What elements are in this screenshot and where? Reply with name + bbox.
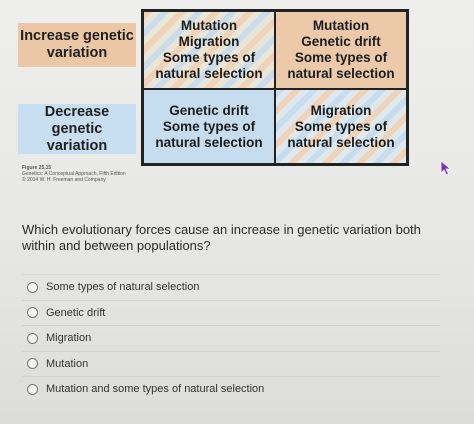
cell-text: Mutation — [180, 18, 238, 33]
cell-text: Some types of — [294, 50, 388, 65]
cell-text: Some types of — [162, 118, 256, 134]
cell-text: Mutation — [312, 18, 370, 33]
cell-text: natural selection — [287, 66, 395, 81]
option-mutation-and-natural-selection[interactable]: Mutation and some types of natural selec… — [22, 376, 440, 402]
cell-text: natural selection — [155, 134, 263, 150]
radio-button[interactable] — [27, 383, 38, 395]
option-label: Mutation and some types of natural selec… — [46, 383, 265, 396]
option-some-types-natural-selection[interactable]: Some types of natural selection — [22, 274, 440, 300]
row-label-decrease: Decrease genetic variation — [18, 104, 136, 154]
option-label: Migration — [46, 332, 92, 345]
answer-options: Some types of natural selection Genetic … — [22, 274, 440, 402]
cell-text: Genetic drift — [169, 102, 249, 118]
cell-bottom-left: Genetic drift Some types of natural sele… — [143, 89, 275, 164]
radio-button[interactable] — [27, 358, 38, 370]
question-text: Which evolutionary forces cause an incre… — [22, 222, 421, 253]
cell-bottom-right: Migration Some types of natural selectio… — [275, 89, 407, 164]
cell-text: natural selection — [287, 134, 395, 150]
radio-button[interactable] — [27, 281, 38, 293]
cell-text: Migration — [178, 34, 240, 49]
radio-button[interactable] — [27, 332, 38, 344]
option-mutation[interactable]: Mutation — [22, 350, 440, 377]
cell-text: Migration — [310, 102, 372, 118]
radio-button[interactable] — [27, 307, 38, 319]
cell-text: Some types of — [294, 118, 388, 134]
option-label: Some types of natural selection — [46, 281, 200, 294]
cell-text: natural selection — [155, 66, 263, 81]
option-migration[interactable]: Migration — [22, 325, 440, 351]
option-label: Genetic drift — [46, 306, 106, 319]
cell-top-right: Mutation Genetic drift Some types of nat… — [275, 11, 407, 89]
figure-copyright: © 2014 W. H. Freeman and Company — [22, 177, 106, 183]
option-genetic-drift[interactable]: Genetic drift — [22, 299, 440, 326]
figure-caption: Figure 25.15 Genetics: A Conceptual Appr… — [22, 165, 126, 183]
cell-text: Genetic drift — [301, 34, 381, 49]
evolutionary-forces-table: Mutation Migration Some types of natural… — [141, 9, 409, 166]
option-label: Mutation — [46, 357, 89, 370]
row-label-increase: Increase genetic variation — [18, 23, 136, 67]
mouse-cursor-icon — [440, 160, 452, 176]
cell-top-left: Mutation Migration Some types of natural… — [143, 11, 275, 89]
cell-text: Some types of — [162, 50, 256, 65]
